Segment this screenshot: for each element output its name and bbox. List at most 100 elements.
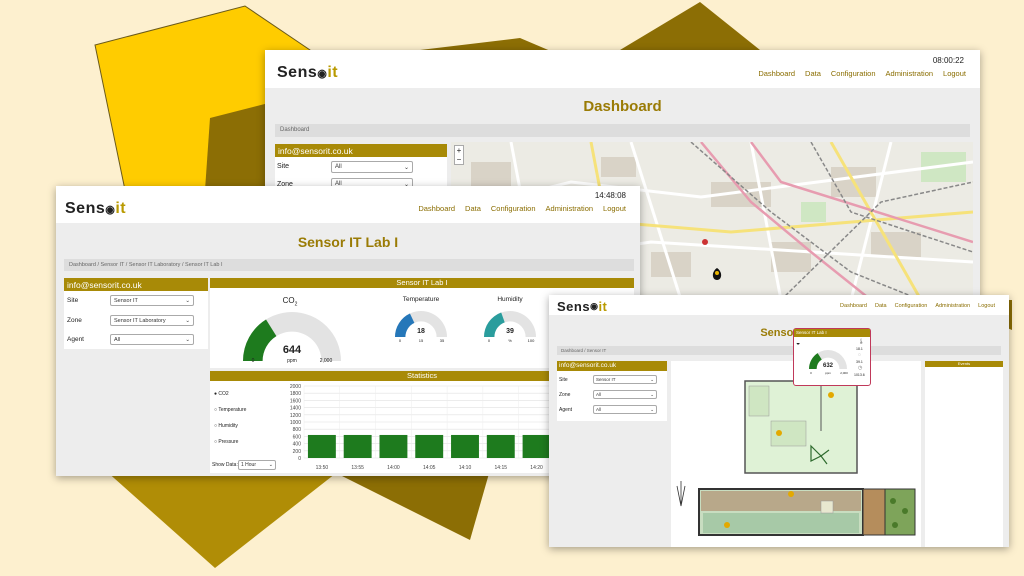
- dark-shape-bottom2: [330, 470, 490, 540]
- panel-header: info@sensorit.co.uk: [557, 361, 667, 371]
- agent-label: Agent: [559, 407, 573, 413]
- radio-pressure[interactable]: ○ Pressure: [214, 434, 246, 450]
- bar[interactable]: [522, 434, 551, 458]
- events-panel: [925, 367, 1003, 547]
- x-tick-label: 14:20: [530, 465, 543, 471]
- thermometer-icon: 🌡: [858, 339, 865, 345]
- logo[interactable]: Sens ◉ it: [557, 299, 607, 314]
- breadcrumb-sensor-it: Sensor IT: [586, 348, 607, 353]
- breadcrumb: Dashboard: [275, 124, 970, 137]
- breadcrumb-dashboard[interactable]: Dashboard: [69, 262, 96, 268]
- nav-dashboard[interactable]: Dashboard: [840, 303, 867, 309]
- bar[interactable]: [343, 434, 372, 458]
- nav-configuration[interactable]: Configuration: [491, 204, 536, 213]
- agent-select[interactable]: All ⌄: [110, 334, 194, 345]
- zone-label: Zone: [67, 317, 82, 324]
- breadcrumb: Dashboard / Sensor IT: [557, 346, 1001, 355]
- nav-administration[interactable]: Administration: [935, 303, 970, 309]
- radio-button[interactable]: ○: [214, 423, 217, 429]
- nav-data[interactable]: Data: [465, 204, 481, 213]
- humidity-tick-mid: %: [508, 338, 512, 343]
- popup-max: 2,000: [840, 371, 848, 375]
- bar[interactable]: [451, 434, 479, 458]
- zone-select[interactable]: Sensor IT Laboratory ⌄: [110, 315, 194, 326]
- temperature-tick-min: 0: [398, 338, 402, 343]
- x-tick-label: 13:55: [351, 465, 364, 471]
- site-label: Site: [67, 297, 79, 304]
- radio-button[interactable]: ●: [214, 391, 217, 397]
- radio-temperature[interactable]: ○ Temperature: [214, 402, 246, 418]
- chevron-down-icon: ⌄: [403, 164, 409, 171]
- site-label: Site: [277, 163, 290, 170]
- popup-humidity: 39.1: [856, 360, 863, 364]
- site-select[interactable]: Sensor IT ⌄: [110, 295, 194, 306]
- page-title: Sensor: [760, 327, 798, 339]
- chevron-down-icon: ⌄: [650, 376, 654, 382]
- site-select[interactable]: Sensor IT ⌄: [593, 375, 657, 384]
- y-tick-label: 800: [293, 427, 302, 433]
- radio-co2[interactable]: ● CO2: [214, 386, 246, 402]
- popup-unit: ppm: [825, 371, 831, 375]
- breadcrumb: Dashboard / Sensor IT / Sensor IT Labora…: [64, 259, 634, 271]
- nav-dashboard[interactable]: Dashboard: [758, 69, 795, 78]
- y-tick-label: 2000: [290, 384, 301, 390]
- logo[interactable]: Sens ◉ it: [65, 200, 126, 218]
- x-tick-label: 14:05: [423, 465, 436, 471]
- nav-administration[interactable]: Administration: [546, 204, 594, 213]
- breadcrumb-dashboard[interactable]: Dashboard: [561, 348, 583, 353]
- bar[interactable]: [486, 434, 515, 458]
- radio-humidity[interactable]: ○ Humidity: [214, 418, 246, 434]
- site-label: Site: [559, 377, 568, 383]
- temperature-tick-max: 35: [439, 338, 445, 343]
- zoom-in-button[interactable]: +: [455, 146, 463, 155]
- nav-data[interactable]: Data: [805, 69, 821, 78]
- logo[interactable]: Sens ◉ it: [277, 64, 338, 82]
- y-tick-label: 600: [293, 434, 302, 440]
- bar[interactable]: [415, 434, 444, 458]
- nav-data[interactable]: Data: [875, 303, 887, 309]
- nav-configuration[interactable]: Configuration: [895, 303, 928, 309]
- radio-button[interactable]: ○: [214, 439, 217, 445]
- panel-header: info@sensorit.co.uk: [64, 278, 208, 291]
- y-tick-label: 400: [293, 442, 302, 448]
- y-tick-label: 1200: [290, 413, 301, 419]
- y-tick-label: 1600: [290, 398, 301, 404]
- top-nav: Dashboard Data Configuration Administrat…: [418, 204, 626, 213]
- breadcrumb-sensor-it[interactable]: Sensor IT: [101, 262, 125, 268]
- clock: 08:00:22: [932, 56, 964, 65]
- nav-logout[interactable]: Logout: [603, 204, 626, 213]
- zoom-out-button[interactable]: −: [455, 155, 463, 164]
- bar[interactable]: [307, 434, 336, 458]
- chevron-down-icon: ⌄: [650, 406, 654, 412]
- bar[interactable]: [379, 434, 408, 458]
- show-data-label: Show Data:: [212, 462, 238, 468]
- breadcrumb-dashboard[interactable]: Dashboard: [280, 127, 309, 133]
- popup-min: 0: [810, 371, 812, 375]
- zoom-controls: + −: [454, 145, 464, 165]
- y-tick-label: 0: [298, 456, 301, 462]
- x-tick-label: 14:00: [387, 465, 400, 471]
- humidity-label: Humidity: [497, 296, 523, 303]
- y-tick-label: 1000: [290, 420, 301, 426]
- zone-select[interactable]: All ⌄: [593, 390, 657, 399]
- radio-button[interactable]: ○: [214, 407, 217, 413]
- chevron-down-icon: ⌄: [268, 462, 273, 468]
- nav-logout[interactable]: Logout: [943, 69, 966, 78]
- floorplan-canvas[interactable]: [671, 361, 921, 547]
- zone-label: Zone: [559, 392, 571, 398]
- nav-configuration[interactable]: Configuration: [831, 69, 876, 78]
- nav-administration[interactable]: Administration: [886, 69, 934, 78]
- nav-dashboard[interactable]: Dashboard: [418, 204, 455, 213]
- humidity-icon: ◌: [858, 352, 861, 358]
- x-tick-label: 14:10: [459, 465, 472, 471]
- breadcrumb-laboratory[interactable]: Sensor IT Laboratory: [129, 262, 181, 268]
- site-select[interactable]: All ⌄: [331, 161, 413, 173]
- show-data-select[interactable]: 1 Hour ⌄: [238, 460, 276, 470]
- co2-max: 2,000: [319, 358, 333, 364]
- y-tick-label: 200: [293, 449, 302, 455]
- popup-pressure: 1013.6: [854, 373, 865, 377]
- x-tick-label: 13:50: [316, 465, 329, 471]
- sensor-popup[interactable]: Sensor IT Lab I 632 ppm 0 2,000 ◒ 🌡 18.1…: [793, 328, 871, 386]
- nav-logout[interactable]: Logout: [978, 303, 995, 309]
- agent-select[interactable]: All ⌄: [593, 405, 657, 414]
